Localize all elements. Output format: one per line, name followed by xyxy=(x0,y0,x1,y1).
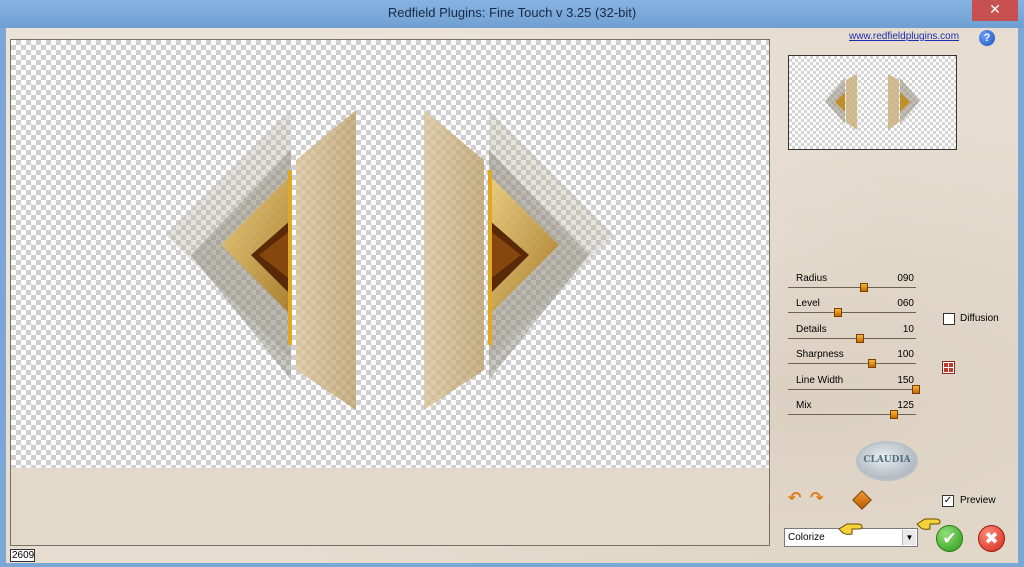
undo-arrow-icon[interactable]: ↶ xyxy=(788,490,806,506)
slider-thumb[interactable] xyxy=(855,334,864,343)
logo-watermark: CLAUDIA xyxy=(856,441,918,481)
preview-canvas-frame xyxy=(10,39,770,546)
status-value-box: 2609 xyxy=(10,549,35,562)
slider-thumb[interactable] xyxy=(859,283,868,292)
preview-checkbox[interactable]: ✓ xyxy=(942,495,954,507)
slider-track[interactable] xyxy=(788,389,916,390)
slider-thumb[interactable] xyxy=(833,308,842,317)
slider-line-width[interactable]: Line Width 150 xyxy=(788,375,920,401)
website-link[interactable]: www.redfieldplugins.com xyxy=(849,31,959,42)
preview-artwork xyxy=(166,110,614,410)
window-title: Redfield Plugins: Fine Touch v 3.25 (32-… xyxy=(387,5,637,20)
slider-label: Sharpness xyxy=(796,349,844,360)
slider-label: Mix xyxy=(796,400,812,411)
slider-value: 125 xyxy=(897,400,914,411)
pointing-hand-icon-2 xyxy=(916,518,941,530)
redo-arrow-icon[interactable]: ↷ xyxy=(810,490,828,506)
grid-icon[interactable] xyxy=(942,361,955,374)
slider-thumb[interactable] xyxy=(868,359,877,368)
preview-canvas[interactable] xyxy=(11,40,769,468)
navigator-thumbnail[interactable] xyxy=(788,55,957,150)
slider-value: 090 xyxy=(897,273,914,284)
preview-label: Preview xyxy=(960,495,996,506)
slider-mix[interactable]: Mix 125 xyxy=(788,400,916,426)
thumbnail-artwork xyxy=(825,74,920,130)
chevron-down-icon[interactable]: ▼ xyxy=(902,530,916,545)
slider-track[interactable] xyxy=(788,338,916,339)
slider-label: Details xyxy=(796,324,827,335)
slider-label: Level xyxy=(796,298,820,309)
slider-value: 10 xyxy=(902,324,914,335)
slider-details[interactable]: Details 10 xyxy=(788,324,916,350)
mode-select-value: Colorize xyxy=(788,532,825,543)
logo-text: CLAUDIA xyxy=(863,455,911,465)
slider-track[interactable] xyxy=(788,363,916,364)
slider-label: Line Width xyxy=(796,375,844,386)
diffusion-label: Diffusion xyxy=(960,313,999,324)
slider-track[interactable] xyxy=(788,287,916,288)
slider-radius[interactable]: Radius 090 xyxy=(788,273,916,299)
window-close-button[interactable]: ✕ xyxy=(972,0,1018,21)
random-dice-icon[interactable] xyxy=(852,490,872,510)
slider-value: 060 xyxy=(897,298,914,309)
slider-value: 100 xyxy=(897,349,914,360)
cancel-button[interactable]: ✖ xyxy=(978,525,1005,552)
ok-button[interactable]: ✔ xyxy=(936,525,963,552)
pointing-hand-icon xyxy=(838,523,863,535)
slider-thumb[interactable] xyxy=(912,385,920,394)
slider-level[interactable]: Level 060 xyxy=(788,298,916,324)
slider-thumb[interactable] xyxy=(890,410,899,419)
diffusion-checkbox[interactable] xyxy=(943,313,955,325)
help-icon[interactable]: ? xyxy=(979,30,995,46)
slider-track[interactable] xyxy=(788,312,916,313)
slider-sharpness[interactable]: Sharpness 100 xyxy=(788,349,916,375)
plugin-client-area: 2609 www.redfieldplugins.com ? Radius 090… xyxy=(6,28,1018,563)
window-titlebar: Redfield Plugins: Fine Touch v 3.25 (32-… xyxy=(0,0,1024,28)
slider-label: Radius xyxy=(796,273,828,284)
